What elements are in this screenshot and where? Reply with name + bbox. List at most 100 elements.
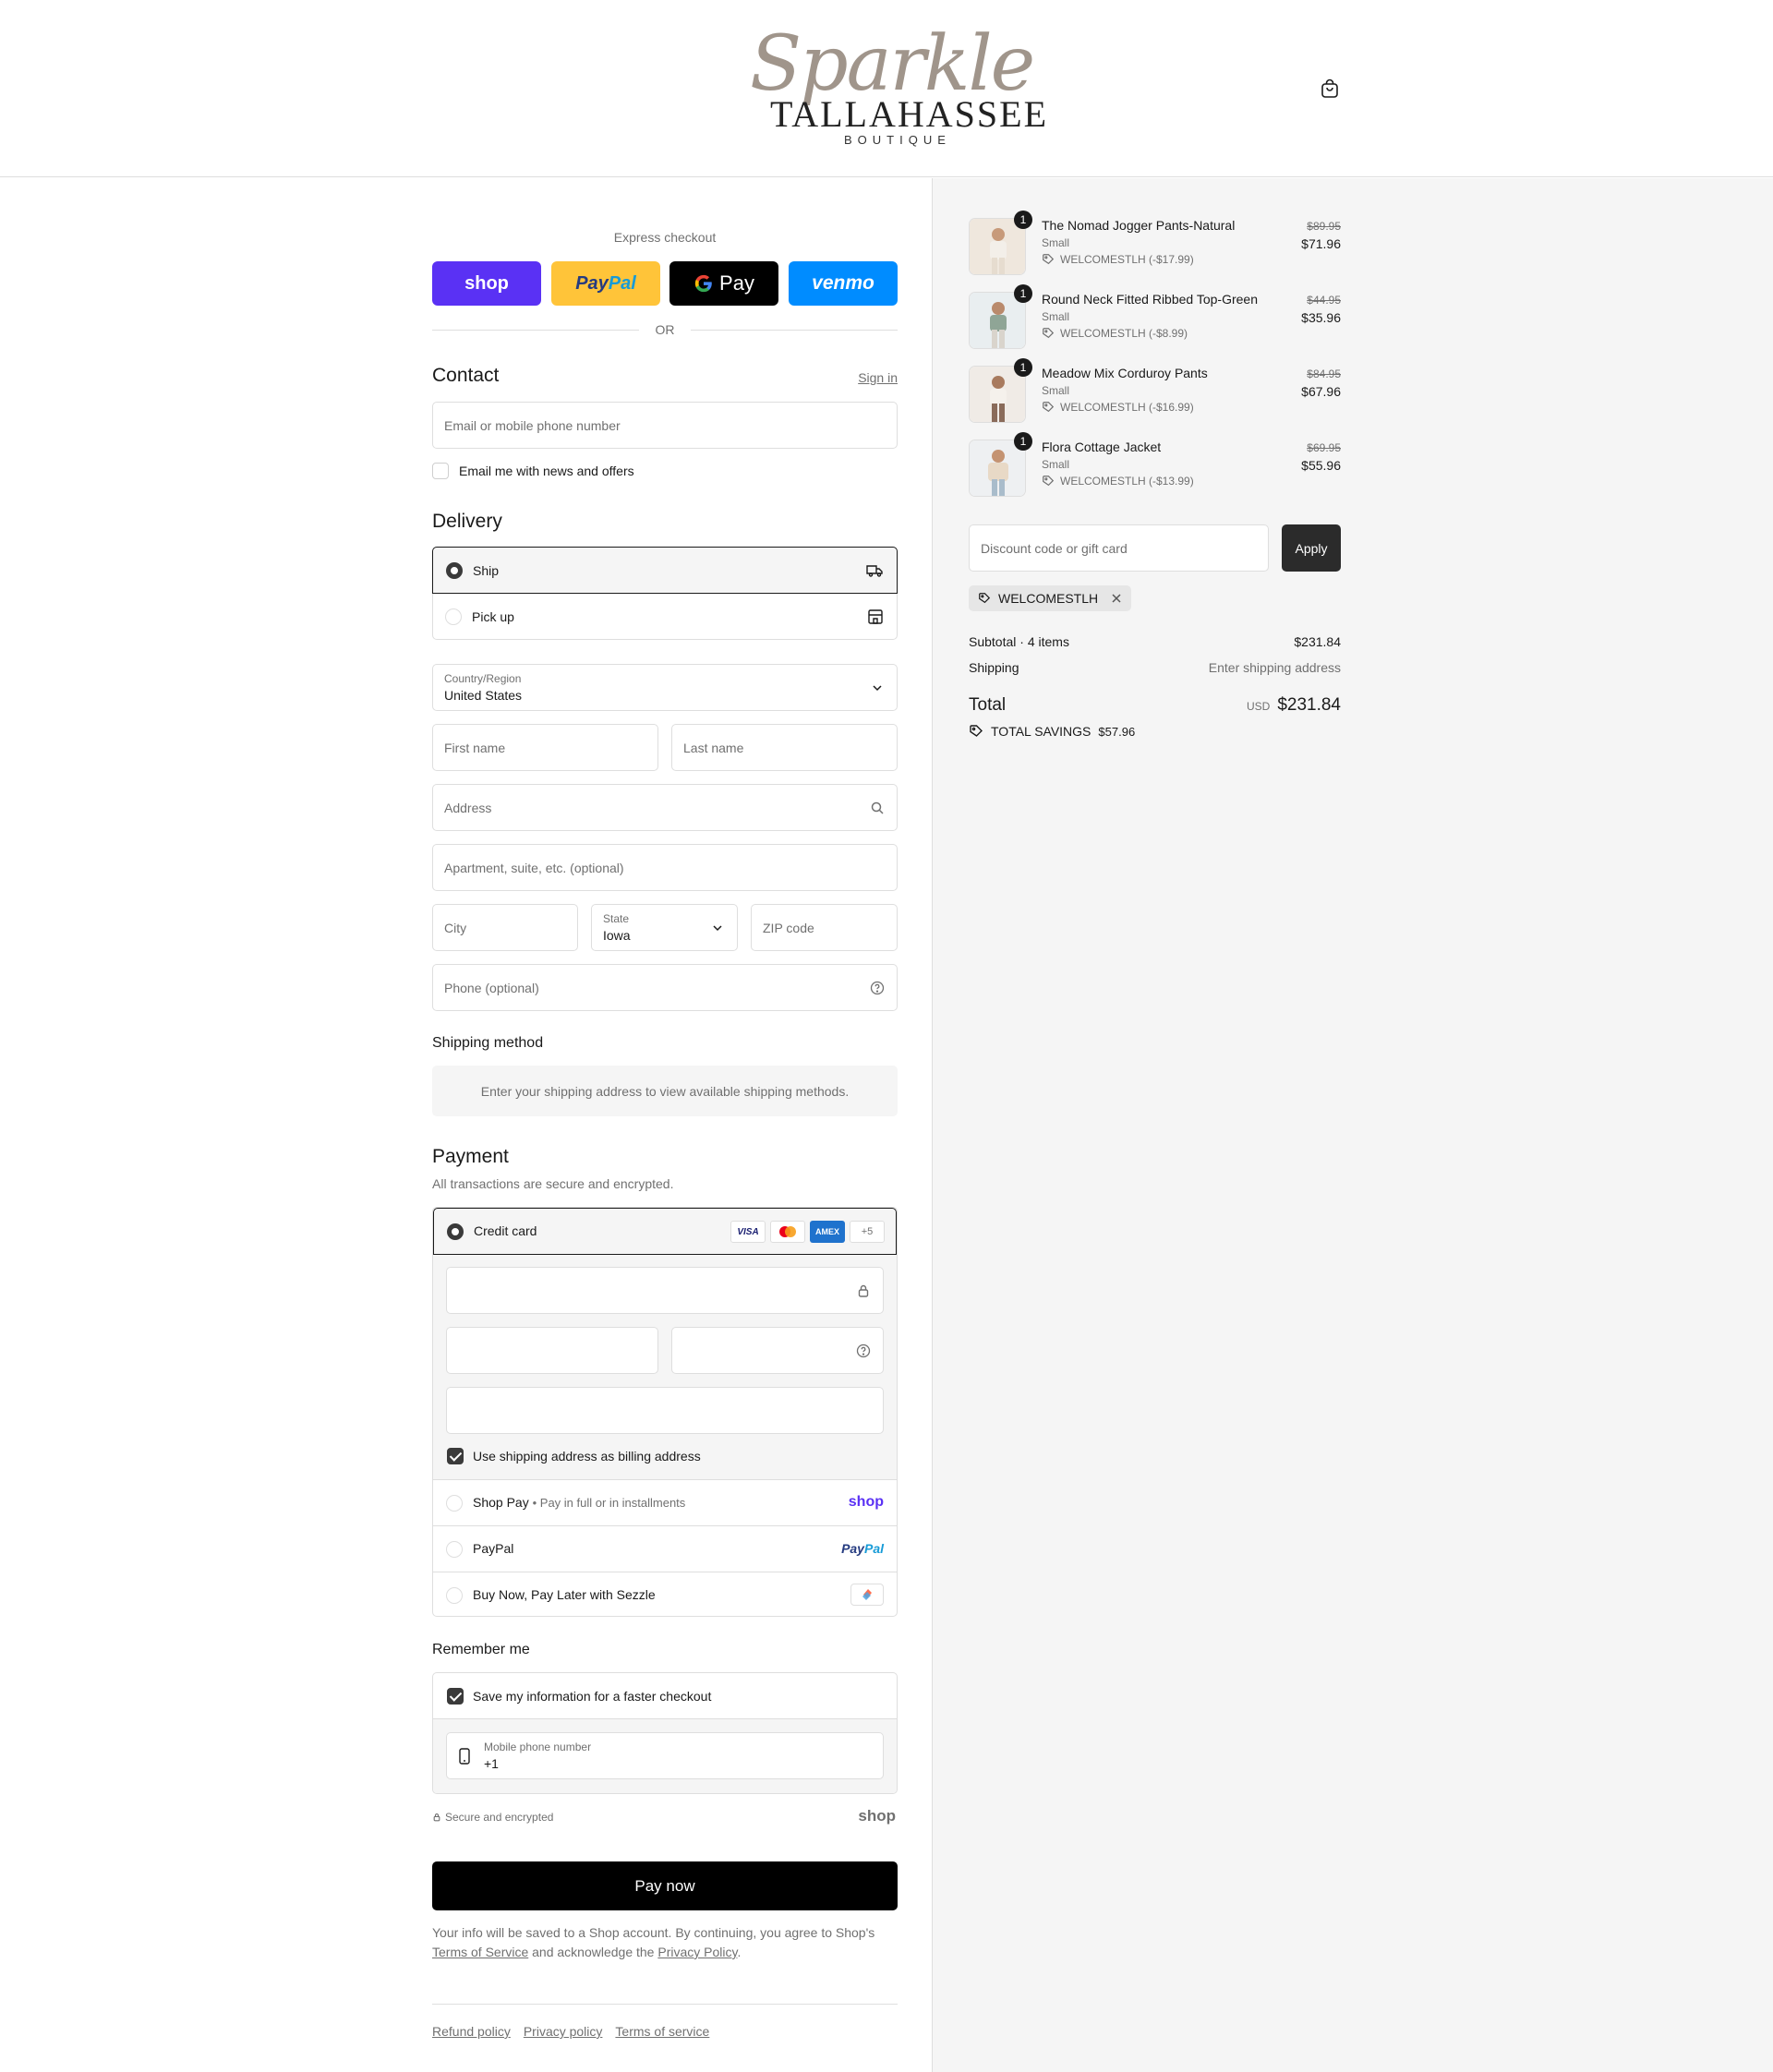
shop-terms-link[interactable]: Terms of Service: [432, 1945, 528, 1959]
contact-heading: Contact: [432, 365, 500, 386]
item-discount-code: WELCOMESTLH (-$8.99): [1060, 327, 1188, 340]
state-value: Iowa: [603, 928, 631, 943]
card-number-field[interactable]: [446, 1267, 884, 1314]
shop-pay-button[interactable]: shop: [432, 261, 541, 306]
item-price: $55.96: [1301, 458, 1341, 473]
discount-code-placeholder: Discount code or gift card: [981, 541, 1128, 556]
google-pay-button[interactable]: Pay: [669, 261, 778, 306]
apartment-field[interactable]: Apartment, suite, etc. (optional): [432, 844, 898, 891]
delivery-options: Ship Pick up: [432, 547, 898, 640]
close-icon[interactable]: [1111, 593, 1122, 604]
chevron-down-icon: [713, 925, 722, 932]
phone-placeholder: Phone (optional): [444, 981, 539, 995]
name-on-card-field[interactable]: [446, 1387, 884, 1434]
paypal-option[interactable]: PayPal PayPal: [433, 1525, 897, 1572]
discount-code-input[interactable]: Discount code or gift card: [969, 524, 1269, 572]
legal-text-b: and acknowledge the: [532, 1945, 655, 1959]
shop-privacy-link[interactable]: Privacy Policy: [657, 1945, 737, 1959]
subtotal-value: $231.84: [1294, 634, 1341, 649]
credit-card-radio[interactable]: [447, 1223, 464, 1240]
item-name: Meadow Mix Corduroy Pants: [1042, 366, 1208, 380]
help-icon[interactable]: [870, 981, 885, 995]
shopping-bag-icon[interactable]: [1319, 78, 1341, 100]
paypal-button[interactable]: Pay Pal: [551, 261, 660, 306]
item-variant: Small: [1042, 310, 1070, 323]
line-item: 1 Flora Cottage Jacket Small WELCOMESTLH…: [969, 432, 1341, 500]
item-discount: WELCOMESTLH (-$17.99): [1042, 253, 1194, 266]
paypal-label: PayPal: [473, 1541, 514, 1556]
tag-icon: [1043, 402, 1055, 413]
ship-option[interactable]: Ship: [432, 547, 898, 594]
item-discount: WELCOMESTLH (-$13.99): [1042, 475, 1194, 488]
item-original-price: $44.95: [1307, 294, 1341, 307]
apply-button[interactable]: Apply: [1282, 524, 1341, 572]
address-field[interactable]: Address: [432, 784, 898, 831]
paypal-radio[interactable]: [446, 1541, 463, 1558]
shop-pay-option[interactable]: Shop Pay • Pay in full or in installment…: [433, 1479, 897, 1525]
total-value: $231.84: [1277, 695, 1341, 715]
privacy-policy-link[interactable]: Privacy policy: [524, 2024, 603, 2039]
mobile-phone-label: Mobile phone number: [484, 1741, 592, 1753]
discount-tag: WELCOMESTLH: [969, 585, 1132, 611]
paypal-button-pal: Pal: [608, 272, 636, 294]
email-placeholder: Email or mobile phone number: [444, 418, 621, 433]
first-name-field[interactable]: First name: [432, 724, 658, 771]
line-item: 1 Round Neck Fitted Ribbed Top-Green Sma…: [969, 284, 1341, 353]
shop-pay-name: Shop Pay: [473, 1495, 529, 1510]
help-icon[interactable]: [856, 1343, 871, 1358]
item-price: $35.96: [1301, 310, 1341, 325]
city-field[interactable]: City: [432, 904, 578, 951]
zip-placeholder: ZIP code: [763, 921, 814, 935]
expiration-field[interactable]: [446, 1327, 658, 1374]
tag-icon: [1043, 328, 1055, 339]
mastercard-icon: [770, 1221, 805, 1243]
header: Sparkle TALLAHASSEE BOUTIQUE: [0, 0, 1773, 177]
pickup-option[interactable]: Pick up: [433, 594, 897, 640]
lock-icon: [858, 1284, 869, 1297]
last-name-field[interactable]: Last name: [671, 724, 898, 771]
terms-of-service-link[interactable]: Terms of service: [615, 2024, 709, 2039]
google-g-icon: [694, 274, 712, 293]
refund-policy-link[interactable]: Refund policy: [432, 2024, 511, 2039]
secure-note: Secure and encrypted: [432, 1811, 553, 1824]
venmo-button[interactable]: venmo: [789, 261, 898, 306]
more-cards-badge: +5: [850, 1221, 885, 1243]
secure-label: Secure and encrypted: [445, 1811, 554, 1824]
apartment-placeholder: Apartment, suite, etc. (optional): [444, 861, 624, 875]
country-value: United States: [444, 688, 523, 703]
quantity-badge: 1: [1014, 432, 1032, 451]
state-select[interactable]: State Iowa: [591, 904, 738, 951]
store-icon: [868, 609, 883, 624]
search-icon: [871, 801, 884, 814]
item-discount-code: WELCOMESTLH (-$17.99): [1060, 253, 1194, 266]
phone-field[interactable]: Phone (optional): [432, 964, 898, 1011]
legal-text-c: .: [737, 1945, 742, 1959]
zip-field[interactable]: ZIP code: [751, 904, 898, 951]
payment-subtitle: All transactions are secure and encrypte…: [432, 1176, 674, 1191]
shop-pay-radio[interactable]: [446, 1495, 463, 1512]
pickup-radio[interactable]: [445, 608, 462, 625]
credit-card-option[interactable]: Credit card VISA AMEX +5: [433, 1208, 897, 1255]
billing-same-label: Use shipping address as billing address: [473, 1449, 701, 1464]
security-code-field[interactable]: [671, 1327, 884, 1374]
news-checkbox[interactable]: [432, 463, 449, 479]
ship-radio[interactable]: [446, 562, 463, 579]
billing-same-checkbox[interactable]: [447, 1448, 464, 1464]
sezzle-radio[interactable]: [446, 1587, 463, 1604]
email-field[interactable]: Email or mobile phone number: [432, 402, 898, 449]
brand-logo[interactable]: Sparkle TALLAHASSEE BOUTIQUE: [750, 20, 1046, 151]
city-placeholder: City: [444, 921, 467, 935]
item-discount: WELCOMESTLH (-$8.99): [1042, 327, 1188, 340]
shipping-method-note: Enter your shipping address to view avai…: [432, 1066, 898, 1116]
mobile-phone-field[interactable]: Mobile phone number +1: [446, 1732, 884, 1779]
shipping-label: Shipping: [969, 660, 1019, 675]
sign-in-link[interactable]: Sign in: [858, 370, 898, 385]
shop-logo: shop: [858, 1807, 896, 1825]
card-form: Use shipping address as billing address: [433, 1255, 897, 1479]
sezzle-option[interactable]: Buy Now, Pay Later with Sezzle: [433, 1572, 897, 1616]
save-info-checkbox[interactable]: [447, 1688, 464, 1705]
brand-main: TALLAHASSEE: [770, 93, 1049, 135]
country-select[interactable]: Country/Region United States: [432, 664, 898, 711]
item-original-price: $89.95: [1307, 220, 1341, 233]
pay-now-button[interactable]: Pay now: [432, 1861, 898, 1910]
